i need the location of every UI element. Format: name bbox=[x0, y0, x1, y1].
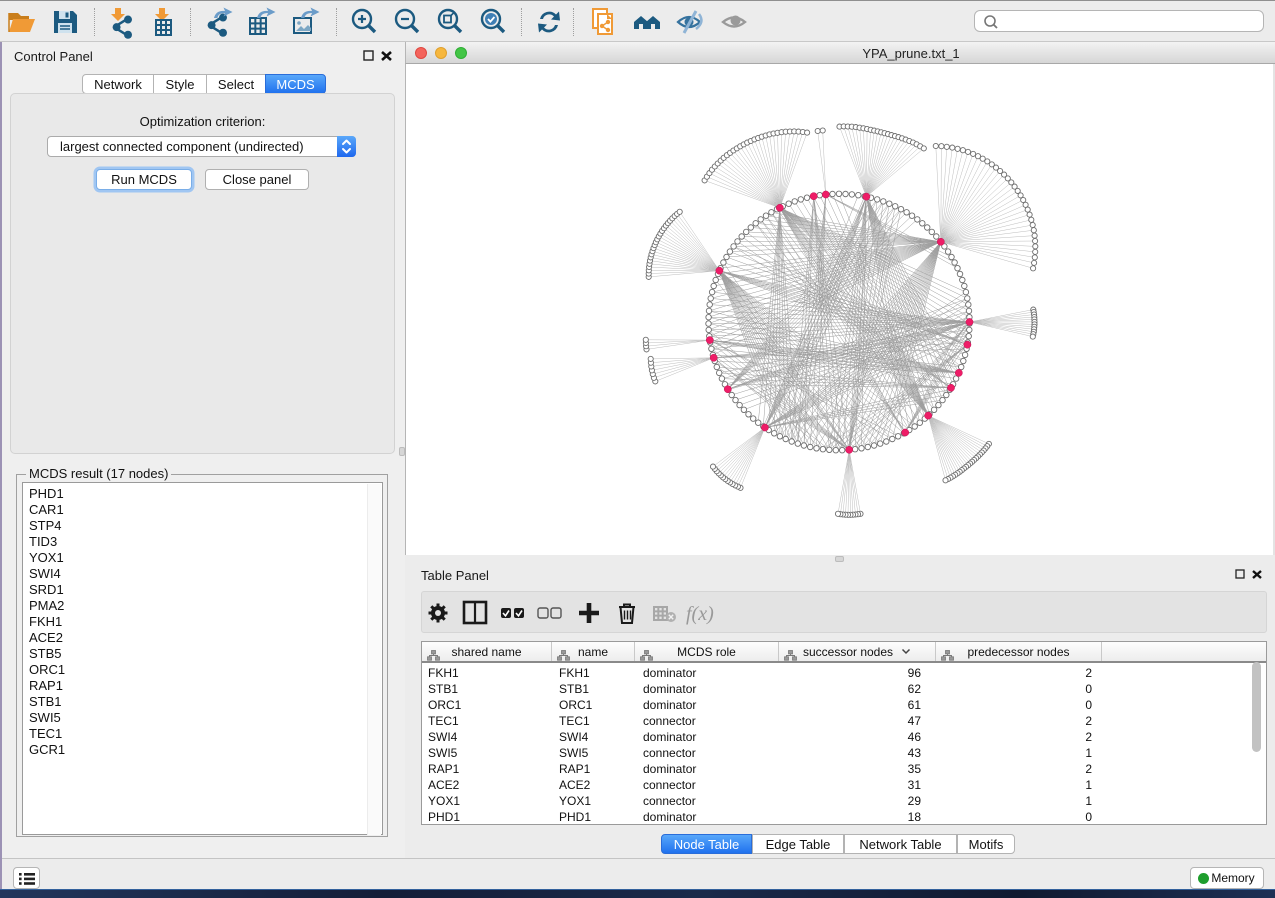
svg-text:f(x): f(x) bbox=[686, 603, 714, 625]
